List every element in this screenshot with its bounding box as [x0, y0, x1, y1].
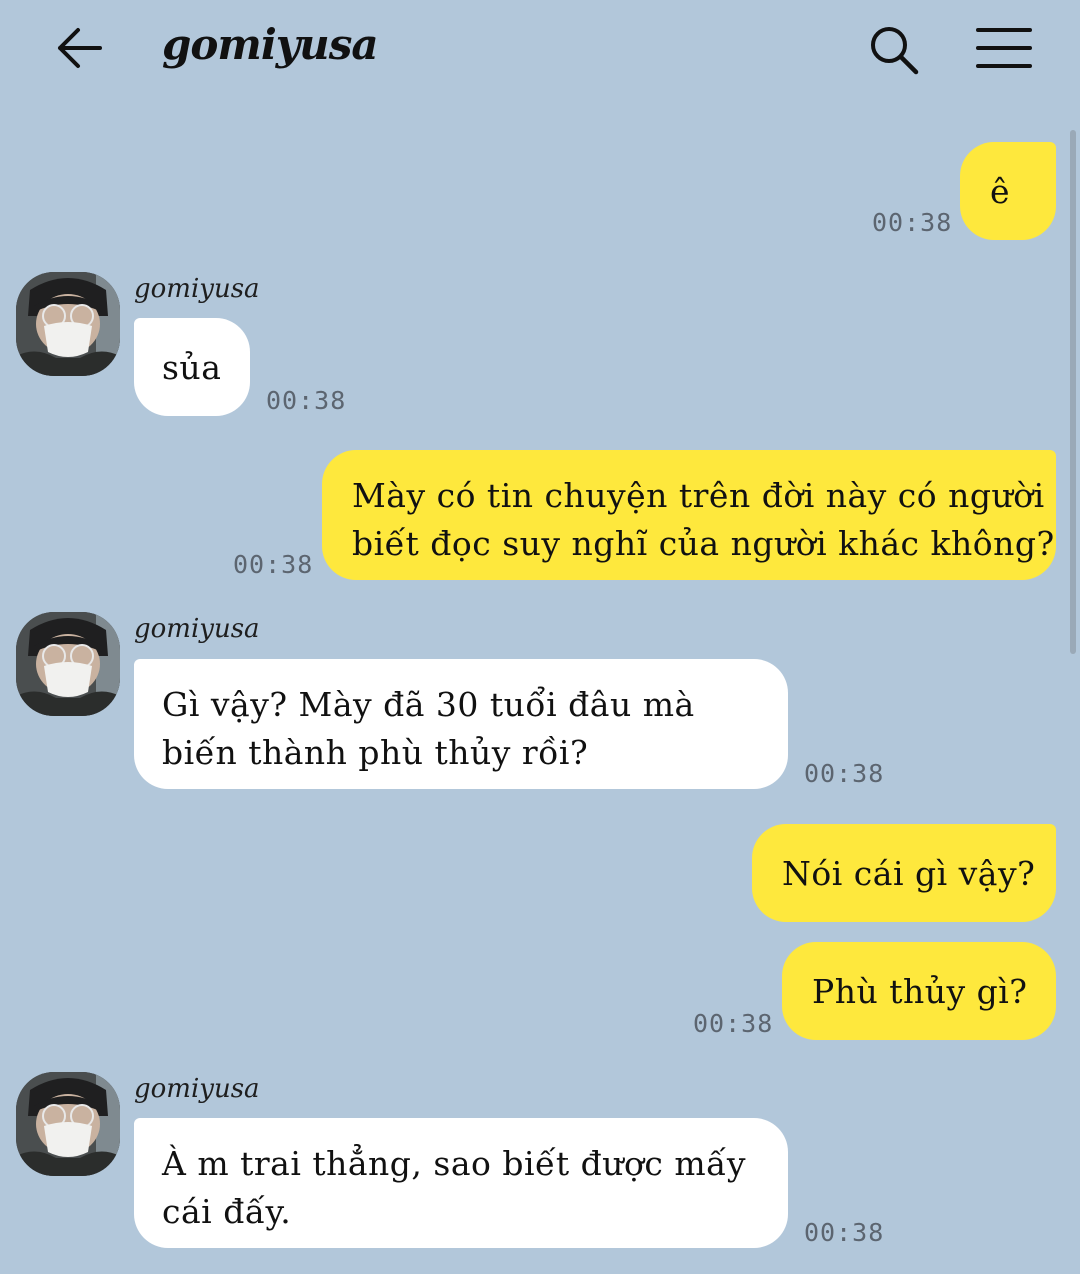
message-text-line: biến thành phù thủy rồi?: [162, 733, 589, 772]
message-time: 00:38: [233, 550, 314, 579]
scrollbar[interactable]: [1070, 130, 1076, 654]
sender-name: gomiyusa: [134, 274, 260, 304]
message-text: ê: [990, 172, 1011, 211]
chat-header: gomiyusa: [0, 0, 1080, 100]
their-message-bubble[interactable]: Gì vậy? Mày đã 30 tuổi đâu mà biến thành…: [134, 659, 788, 789]
message-text-line: Gì vậy? Mày đã 30 tuổi đâu mà: [162, 685, 695, 724]
sender-name: gomiyusa: [134, 614, 260, 644]
message-time: 00:38: [266, 386, 347, 415]
message-text: sủa: [162, 348, 222, 387]
my-message-bubble[interactable]: Phù thủy gì?: [782, 942, 1056, 1040]
avatar[interactable]: [16, 272, 120, 376]
my-message-bubble[interactable]: Nói cái gì vậy?: [752, 824, 1056, 922]
avatar[interactable]: [16, 1072, 120, 1176]
message-time: 00:38: [804, 1218, 885, 1247]
sender-name: gomiyusa: [134, 1074, 260, 1104]
message-text-line: cái đấy.: [162, 1192, 292, 1231]
search-icon[interactable]: [866, 22, 922, 78]
my-message-bubble[interactable]: Mày có tin chuyện trên đời này có người …: [322, 450, 1056, 580]
message-text-line: À m trai thẳng, sao biết được mấy: [162, 1144, 746, 1183]
message-time: 00:38: [804, 759, 885, 788]
avatar[interactable]: [16, 612, 120, 716]
message-text: Phù thủy gì?: [812, 972, 1028, 1011]
chat-title: gomiyusa: [162, 20, 379, 69]
back-arrow-icon[interactable]: [52, 22, 108, 74]
menu-icon[interactable]: [974, 24, 1034, 72]
message-time: 00:38: [693, 1009, 774, 1038]
message-text-line: biết đọc suy nghĩ của người khác không?: [352, 524, 1055, 563]
their-message-bubble[interactable]: sủa: [134, 318, 250, 416]
my-message-bubble[interactable]: ê: [960, 142, 1056, 240]
their-message-bubble[interactable]: À m trai thẳng, sao biết được mấy cái đấ…: [134, 1118, 788, 1248]
message-text: Nói cái gì vậy?: [782, 854, 1036, 893]
message-time: 00:38: [872, 208, 953, 237]
message-text-line: Mày có tin chuyện trên đời này có người: [352, 476, 1045, 515]
